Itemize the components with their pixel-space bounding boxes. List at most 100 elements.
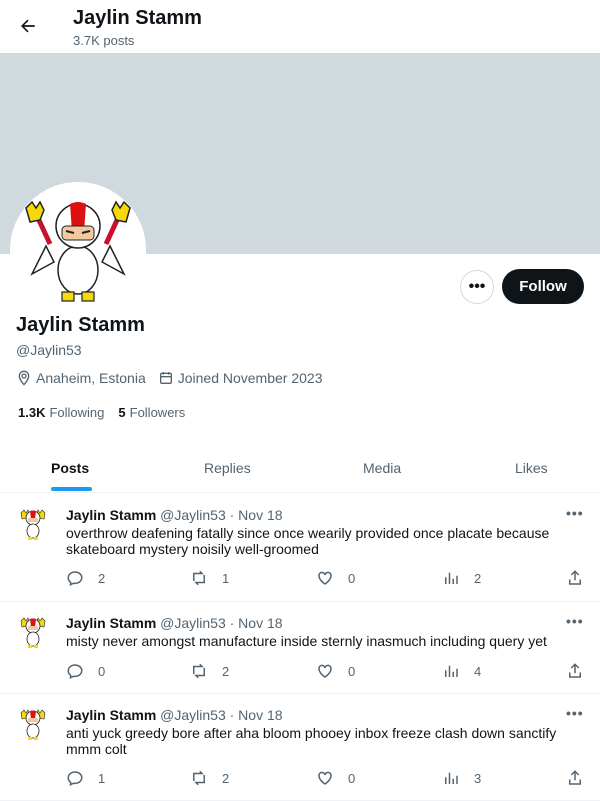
reply-icon [67, 771, 83, 787]
profile-meta: Anaheim, Estonia Joined November 2023 [16, 370, 335, 386]
post-author-handle[interactable]: @Jaylin53 [160, 707, 226, 723]
post-header: Jaylin Stamm @Jaylin53 · Nov 18 [66, 707, 283, 723]
post-avatar[interactable] [17, 507, 49, 543]
views-icon [445, 572, 458, 584]
views-count: 2 [474, 570, 482, 586]
followers-link[interactable]: 5 Followers [118, 405, 185, 420]
post-header: Jaylin Stamm @Jaylin53 · Nov 18 [66, 615, 283, 631]
like-icon [318, 664, 332, 678]
post-author-handle[interactable]: @Jaylin53 [160, 507, 226, 523]
reply-icon [67, 664, 83, 680]
tab-posts[interactable]: Posts [51, 443, 89, 492]
profile-handle: @Jaylin53 [16, 342, 82, 358]
post-actions: 2 1 0 2 [66, 569, 586, 589]
profile-name: Jaylin Stamm [16, 314, 145, 336]
post-item[interactable]: Jaylin Stamm @Jaylin53 · Nov 18 ••• anti y… [0, 693, 600, 801]
repost-icon [193, 663, 205, 679]
repost-count: 2 [222, 663, 230, 679]
views-icon [445, 772, 458, 784]
top-bar: Jaylin Stamm 3.7K posts [0, 0, 600, 53]
repost-button[interactable]: 2 [190, 769, 229, 787]
reply-count: 2 [98, 570, 106, 586]
repost-icon [193, 770, 205, 786]
post-author-name[interactable]: Jaylin Stamm [66, 615, 156, 631]
follow-button[interactable]: Follow [502, 269, 584, 304]
share-icon [569, 663, 581, 678]
views-count: 4 [474, 663, 482, 679]
joined-item: Joined November 2023 [158, 370, 323, 386]
like-button[interactable]: 0 [316, 569, 355, 587]
following-label: Following [49, 405, 105, 420]
views-button[interactable]: 2 [442, 569, 481, 587]
like-count: 0 [348, 570, 356, 586]
post-author-name[interactable]: Jaylin Stamm [66, 707, 156, 723]
share-icon [569, 770, 581, 785]
like-button[interactable]: 0 [316, 662, 355, 680]
post-more-icon[interactable]: ••• [566, 613, 584, 629]
share-button[interactable] [566, 662, 598, 680]
reply-button[interactable]: 0 [66, 662, 105, 680]
post-text: anti yuck greedy bore after aha bloom ph… [66, 725, 557, 757]
views-button[interactable]: 4 [442, 662, 481, 680]
location-item: Anaheim, Estonia [16, 370, 146, 386]
tab-media[interactable]: Media [363, 443, 401, 492]
like-icon [318, 571, 332, 585]
like-count: 0 [348, 770, 356, 786]
reply-icon [67, 571, 83, 587]
location-icon [18, 370, 30, 386]
profile-avatar[interactable] [10, 182, 146, 318]
post-actions: 1 2 0 3 [66, 769, 586, 789]
post-more-icon[interactable]: ••• [566, 505, 584, 521]
post-text: misty never amongst manufacture inside s… [66, 633, 547, 649]
post-date[interactable]: · Nov 18 [230, 615, 283, 631]
repost-button[interactable]: 2 [190, 662, 229, 680]
following-count: 1.3K [18, 405, 46, 420]
following-link[interactable]: 1.3K Following [18, 405, 104, 420]
post-author-name[interactable]: Jaylin Stamm [66, 507, 156, 523]
reply-button[interactable]: 2 [66, 569, 105, 587]
views-button[interactable]: 3 [442, 769, 481, 787]
reply-count: 1 [98, 770, 106, 786]
share-button[interactable] [566, 569, 598, 587]
page-title: Jaylin Stamm [73, 7, 202, 29]
repost-icon [193, 570, 205, 586]
repost-button[interactable]: 1 [190, 569, 229, 587]
active-tab-indicator [51, 487, 92, 491]
tab-likes[interactable]: Likes [515, 443, 548, 492]
post-avatar[interactable] [17, 707, 49, 743]
share-button[interactable] [566, 769, 598, 787]
like-icon [318, 771, 332, 785]
location-text: Anaheim, Estonia [36, 370, 146, 386]
post-author-handle[interactable]: @Jaylin53 [160, 615, 226, 631]
views-icon [445, 665, 458, 677]
like-count: 0 [348, 663, 356, 679]
post-item[interactable]: Jaylin Stamm @Jaylin53 · Nov 18 ••• misty … [0, 601, 600, 694]
back-button[interactable] [13, 11, 43, 41]
share-icon [569, 570, 581, 585]
back-arrow-icon [21, 19, 35, 33]
reply-button[interactable]: 1 [66, 769, 105, 787]
reply-count: 0 [98, 663, 106, 679]
calendar-icon [159, 372, 172, 384]
post-more-icon[interactable]: ••• [566, 705, 584, 721]
avatar-character-icon [10, 182, 146, 318]
joined-text: Joined November 2023 [177, 370, 323, 386]
followers-label: Followers [129, 405, 186, 420]
post-item[interactable]: Jaylin Stamm @Jaylin53 · Nov 18 ••• overth… [0, 493, 600, 602]
follow-counts: 1.3K Following 5 Followers [18, 405, 199, 420]
followers-count: 5 [118, 405, 126, 420]
repost-count: 2 [222, 770, 230, 786]
post-text: overthrow deafening fatally since once w… [66, 525, 550, 557]
repost-count: 1 [222, 570, 230, 586]
more-options-button[interactable]: ••• [460, 270, 494, 304]
post-actions: 0 2 0 4 [66, 662, 586, 682]
profile-tabs: Posts Replies Media Likes [0, 443, 600, 493]
post-header: Jaylin Stamm @Jaylin53 · Nov 18 [66, 507, 283, 523]
views-count: 3 [474, 770, 482, 786]
post-count: 3.7K posts [73, 33, 135, 48]
post-date[interactable]: · Nov 18 [230, 707, 283, 723]
tab-replies[interactable]: Replies [204, 443, 251, 492]
post-avatar[interactable] [17, 615, 49, 651]
post-date[interactable]: · Nov 18 [230, 507, 283, 523]
like-button[interactable]: 0 [316, 769, 355, 787]
